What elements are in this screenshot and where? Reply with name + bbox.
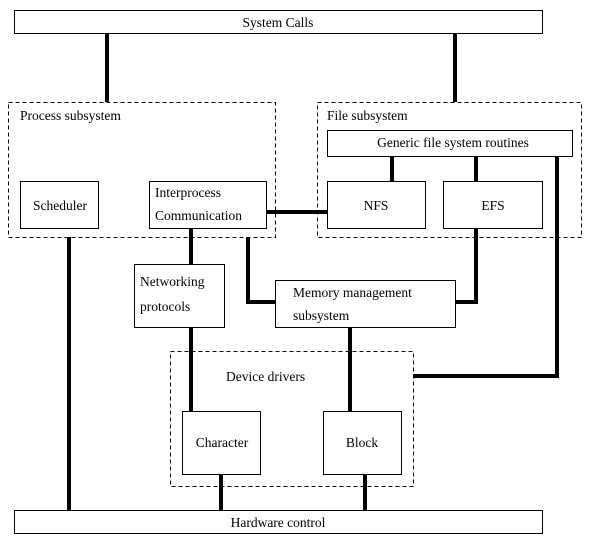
memory-management-box: Memory management subsystem [275, 280, 456, 328]
efs-box: EFS [443, 181, 543, 229]
scheduler-label: Scheduler [33, 198, 87, 213]
character-box: Character [182, 411, 261, 475]
file-subsystem-label: File subsystem [327, 108, 408, 123]
scheduler-box: Scheduler [20, 181, 99, 229]
device-drivers-label: Device drivers [226, 369, 305, 384]
system-calls-label: System Calls [243, 15, 314, 30]
ipc-label-line2: Communication [155, 208, 242, 223]
hardware-control-box: Hardware control [14, 510, 543, 534]
ipc-box: Interprocess Communication [149, 181, 267, 229]
memory-label-line2: subsystem [293, 308, 350, 323]
efs-label: EFS [481, 198, 504, 213]
memory-label-line1: Memory management [293, 285, 412, 300]
connector-efs-memory [455, 228, 478, 304]
ipc-label-line1: Interprocess [155, 185, 221, 200]
nfs-label: NFS [364, 198, 389, 213]
kernel-architecture-diagram: System Calls Process subsystem File subs… [8, 10, 582, 534]
block-box: Block [323, 411, 402, 475]
character-label: Character [196, 435, 249, 450]
connector-process-memory [246, 237, 275, 304]
nfs-box: NFS [327, 181, 426, 229]
process-subsystem-label: Process subsystem [20, 108, 121, 123]
system-calls-box: System Calls [14, 10, 543, 34]
networking-label-line2: protocols [140, 299, 190, 314]
generic-fs-box: Generic file system routines [327, 130, 573, 157]
networking-label-line1: Networking [140, 274, 205, 289]
block-label: Block [346, 435, 378, 450]
hardware-control-label: Hardware control [231, 515, 326, 530]
generic-fs-label: Generic file system routines [377, 135, 529, 150]
networking-box: Networking protocols [134, 264, 225, 328]
